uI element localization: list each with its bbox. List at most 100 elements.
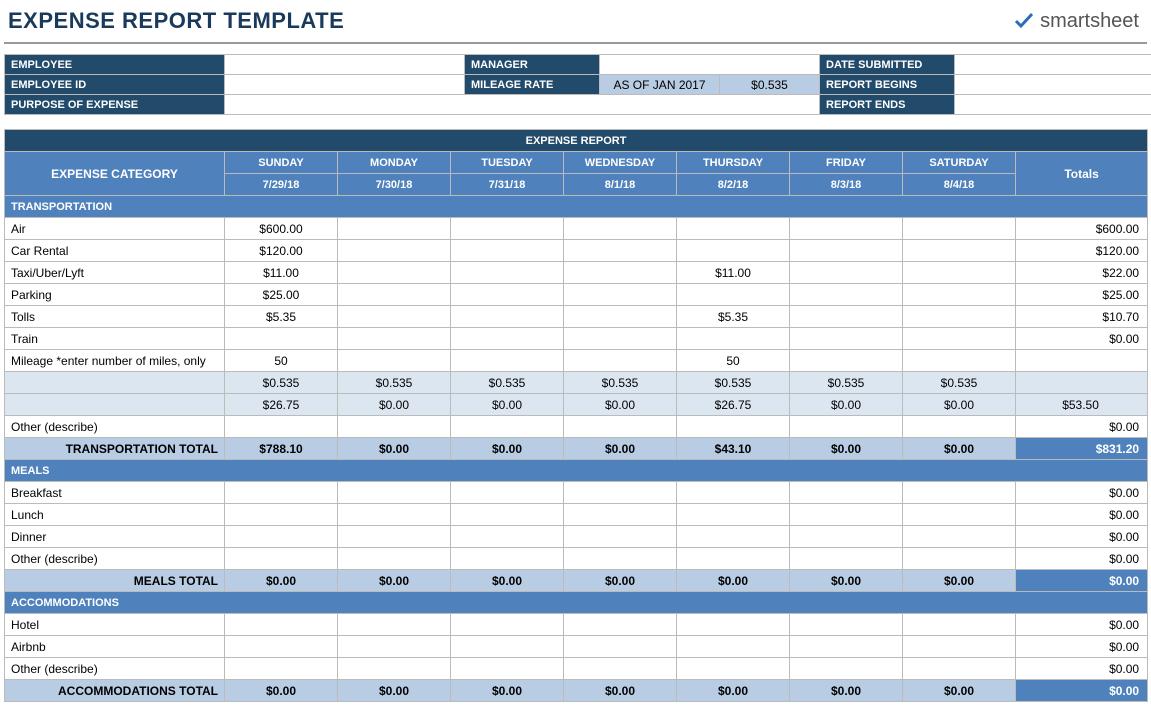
cell-accommodations-2-1[interactable] (338, 658, 451, 680)
employee-value[interactable] (225, 55, 465, 75)
cell-meals-2-6[interactable] (903, 526, 1016, 548)
cell-accommodations-2-0[interactable] (225, 658, 338, 680)
cell-meals-1-1[interactable] (338, 504, 451, 526)
cell-meals-3-2[interactable] (451, 548, 564, 570)
cell-accommodations-1-4[interactable] (677, 636, 790, 658)
cell-meals-3-5[interactable] (790, 548, 903, 570)
cell-meals-3-1[interactable] (338, 548, 451, 570)
other-cell-4[interactable] (677, 416, 790, 438)
cell-transportation-2-5[interactable] (790, 262, 903, 284)
cell-transportation-5-0[interactable] (225, 328, 338, 350)
cell-transportation-4-3[interactable] (564, 306, 677, 328)
cell-meals-2-3[interactable] (564, 526, 677, 548)
cell-transportation-2-6[interactable] (903, 262, 1016, 284)
cell-meals-3-3[interactable] (564, 548, 677, 570)
cell-accommodations-0-4[interactable] (677, 614, 790, 636)
cell-transportation-5-1[interactable] (338, 328, 451, 350)
cell-transportation-4-5[interactable] (790, 306, 903, 328)
cell-accommodations-2-3[interactable] (564, 658, 677, 680)
other-cell-5[interactable] (790, 416, 903, 438)
cell-transportation-3-1[interactable] (338, 284, 451, 306)
cell-accommodations-0-3[interactable] (564, 614, 677, 636)
mileage-cell-4[interactable]: 50 (677, 350, 790, 372)
cell-accommodations-2-6[interactable] (903, 658, 1016, 680)
report-begins-value[interactable] (955, 75, 1151, 95)
cell-transportation-3-5[interactable] (790, 284, 903, 306)
cell-meals-0-5[interactable] (790, 482, 903, 504)
cell-meals-1-6[interactable] (903, 504, 1016, 526)
other-cell-2[interactable] (451, 416, 564, 438)
cell-accommodations-1-1[interactable] (338, 636, 451, 658)
cell-transportation-4-2[interactable] (451, 306, 564, 328)
cell-accommodations-1-3[interactable] (564, 636, 677, 658)
mileage-cell-2[interactable] (451, 350, 564, 372)
cell-transportation-1-6[interactable] (903, 240, 1016, 262)
cell-transportation-4-6[interactable] (903, 306, 1016, 328)
cell-accommodations-0-6[interactable] (903, 614, 1016, 636)
cell-transportation-5-5[interactable] (790, 328, 903, 350)
cell-accommodations-0-5[interactable] (790, 614, 903, 636)
other-cell-0[interactable] (225, 416, 338, 438)
cell-transportation-2-0[interactable]: $11.00 (225, 262, 338, 284)
cell-transportation-1-3[interactable] (564, 240, 677, 262)
mileage-cell-6[interactable] (903, 350, 1016, 372)
manager-value[interactable] (600, 55, 820, 75)
mileage-cell-1[interactable] (338, 350, 451, 372)
cell-transportation-0-1[interactable] (338, 218, 451, 240)
other-cell-1[interactable] (338, 416, 451, 438)
cell-meals-0-4[interactable] (677, 482, 790, 504)
cell-meals-0-2[interactable] (451, 482, 564, 504)
cell-transportation-1-4[interactable] (677, 240, 790, 262)
cell-accommodations-2-5[interactable] (790, 658, 903, 680)
cell-accommodations-1-5[interactable] (790, 636, 903, 658)
cell-meals-0-1[interactable] (338, 482, 451, 504)
cell-transportation-1-5[interactable] (790, 240, 903, 262)
cell-transportation-5-2[interactable] (451, 328, 564, 350)
cell-transportation-3-3[interactable] (564, 284, 677, 306)
mileage-cell-5[interactable] (790, 350, 903, 372)
purpose-value[interactable] (225, 95, 820, 115)
employee-id-value[interactable] (225, 75, 465, 95)
cell-transportation-4-4[interactable]: $5.35 (677, 306, 790, 328)
other-cell-3[interactable] (564, 416, 677, 438)
date-submitted-value[interactable] (955, 55, 1151, 75)
cell-accommodations-2-2[interactable] (451, 658, 564, 680)
mileage-cell-3[interactable] (564, 350, 677, 372)
cell-transportation-5-4[interactable] (677, 328, 790, 350)
cell-transportation-1-1[interactable] (338, 240, 451, 262)
cell-meals-1-4[interactable] (677, 504, 790, 526)
cell-meals-3-4[interactable] (677, 548, 790, 570)
mileage-cell-0[interactable]: 50 (225, 350, 338, 372)
cell-transportation-4-0[interactable]: $5.35 (225, 306, 338, 328)
cell-transportation-0-6[interactable] (903, 218, 1016, 240)
cell-meals-1-3[interactable] (564, 504, 677, 526)
cell-transportation-2-2[interactable] (451, 262, 564, 284)
cell-meals-2-1[interactable] (338, 526, 451, 548)
cell-transportation-0-2[interactable] (451, 218, 564, 240)
cell-accommodations-0-0[interactable] (225, 614, 338, 636)
cell-meals-0-3[interactable] (564, 482, 677, 504)
cell-meals-2-0[interactable] (225, 526, 338, 548)
cell-meals-2-2[interactable] (451, 526, 564, 548)
cell-transportation-0-5[interactable] (790, 218, 903, 240)
report-ends-value[interactable] (955, 95, 1151, 115)
cell-transportation-5-3[interactable] (564, 328, 677, 350)
cell-meals-2-5[interactable] (790, 526, 903, 548)
cell-meals-0-0[interactable] (225, 482, 338, 504)
cell-meals-1-2[interactable] (451, 504, 564, 526)
cell-accommodations-0-2[interactable] (451, 614, 564, 636)
cell-meals-3-0[interactable] (225, 548, 338, 570)
cell-transportation-3-0[interactable]: $25.00 (225, 284, 338, 306)
cell-transportation-2-4[interactable]: $11.00 (677, 262, 790, 284)
other-cell-6[interactable] (903, 416, 1016, 438)
cell-accommodations-1-0[interactable] (225, 636, 338, 658)
cell-transportation-1-2[interactable] (451, 240, 564, 262)
cell-transportation-0-4[interactable] (677, 218, 790, 240)
cell-accommodations-1-6[interactable] (903, 636, 1016, 658)
cell-meals-0-6[interactable] (903, 482, 1016, 504)
cell-meals-2-4[interactable] (677, 526, 790, 548)
cell-transportation-3-6[interactable] (903, 284, 1016, 306)
cell-transportation-2-3[interactable] (564, 262, 677, 284)
cell-meals-1-0[interactable] (225, 504, 338, 526)
cell-transportation-1-0[interactable]: $120.00 (225, 240, 338, 262)
